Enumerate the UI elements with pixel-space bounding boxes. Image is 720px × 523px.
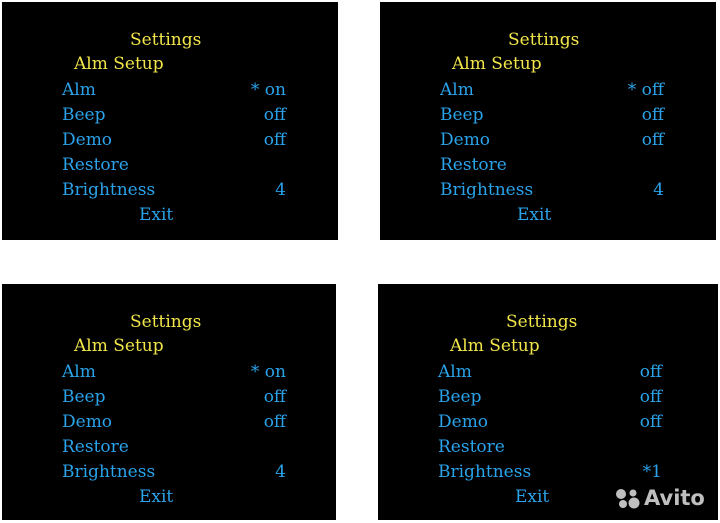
menu-subtitle: Alm Setup: [450, 336, 540, 356]
menu-item-beep[interactable]: Beep: [438, 387, 482, 407]
brightness-value: 4: [653, 180, 664, 200]
menu-item-beep[interactable]: Beep: [62, 105, 106, 125]
menu-title: Settings: [130, 312, 202, 332]
demo-value: off: [641, 130, 664, 150]
beep-value: off: [641, 105, 664, 125]
brightness-value: 4: [275, 462, 286, 482]
alm-value: * on: [250, 362, 286, 382]
menu-item-restore[interactable]: Restore: [62, 155, 129, 175]
avito-watermark: Avito: [614, 483, 714, 513]
menu-subtitle: Alm Setup: [452, 54, 542, 74]
beep-value: off: [639, 387, 662, 407]
settings-screen-2: Settings Alm Setup Alm * off Beep off De…: [380, 2, 716, 240]
demo-value: off: [263, 412, 286, 432]
menu-item-restore[interactable]: Restore: [440, 155, 507, 175]
menu-item-brightness[interactable]: Brightness: [62, 180, 155, 200]
settings-screen-3: Settings Alm Setup Alm * on Beep off Dem…: [2, 284, 336, 520]
menu-item-beep[interactable]: Beep: [440, 105, 484, 125]
brightness-value: *1: [642, 462, 662, 482]
menu-subtitle: Alm Setup: [74, 54, 164, 74]
menu-item-alm[interactable]: Alm: [62, 80, 96, 100]
exit-item[interactable]: Exit: [515, 487, 549, 507]
demo-value: off: [263, 130, 286, 150]
alm-value: off: [639, 362, 662, 382]
menu-item-restore[interactable]: Restore: [62, 437, 129, 457]
alm-value: * on: [250, 80, 286, 100]
exit-item[interactable]: Exit: [139, 487, 173, 507]
brightness-value: 4: [275, 180, 286, 200]
menu-item-beep[interactable]: Beep: [62, 387, 106, 407]
menu-item-demo[interactable]: Demo: [440, 130, 490, 150]
settings-screen-1: Settings Alm Setup Alm * on Beep off Dem…: [2, 2, 338, 240]
exit-item[interactable]: Exit: [517, 205, 551, 225]
menu-item-restore[interactable]: Restore: [438, 437, 505, 457]
menu-item-alm[interactable]: Alm: [438, 362, 472, 382]
demo-value: off: [639, 412, 662, 432]
alm-value: * off: [627, 80, 664, 100]
beep-value: off: [263, 387, 286, 407]
beep-value: off: [263, 105, 286, 125]
menu-subtitle: Alm Setup: [74, 336, 164, 356]
menu-item-demo[interactable]: Demo: [62, 130, 112, 150]
menu-item-brightness[interactable]: Brightness: [62, 462, 155, 482]
menu-title: Settings: [506, 312, 578, 332]
menu-item-demo[interactable]: Demo: [438, 412, 488, 432]
menu-item-brightness[interactable]: Brightness: [438, 462, 531, 482]
menu-title: Settings: [130, 30, 202, 50]
menu-item-alm[interactable]: Alm: [440, 80, 474, 100]
menu-title: Settings: [508, 30, 580, 50]
watermark-text: Avito: [644, 486, 705, 510]
menu-item-alm[interactable]: Alm: [62, 362, 96, 382]
exit-item[interactable]: Exit: [139, 205, 173, 225]
menu-item-demo[interactable]: Demo: [62, 412, 112, 432]
menu-item-brightness[interactable]: Brightness: [440, 180, 533, 200]
avito-logo-icon: [616, 489, 640, 509]
